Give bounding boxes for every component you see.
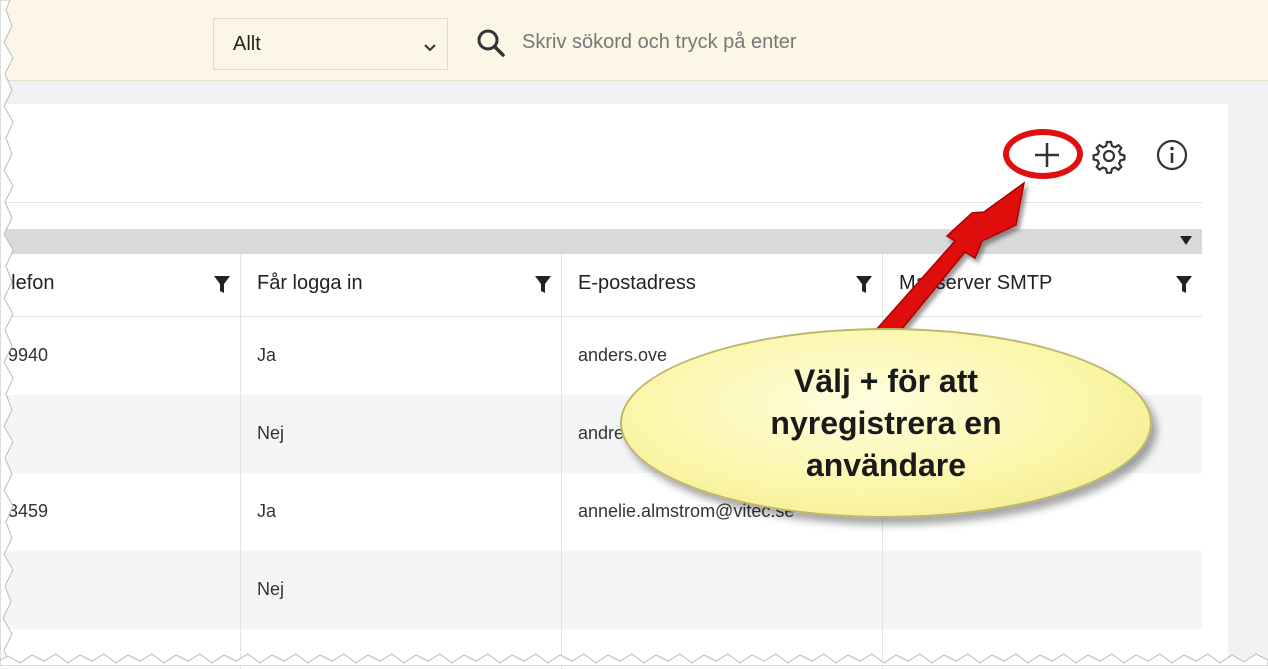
torn-edge-decoration [0, 0, 1268, 666]
